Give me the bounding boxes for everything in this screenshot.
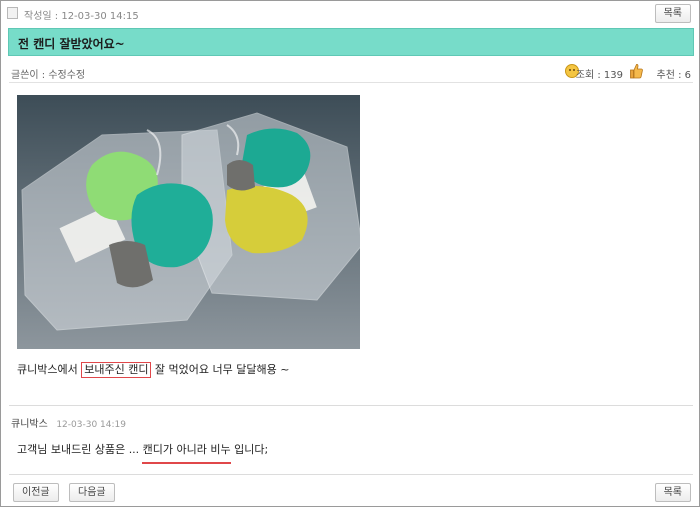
post-header: 작성일 : 12-03-30 14:15 목록 xyxy=(7,4,691,23)
prev-post-button[interactable]: 이전글 xyxy=(13,483,59,502)
post-photo xyxy=(17,95,360,349)
post-title: 전 캔디 잘받았어요~ xyxy=(18,37,125,51)
comment-date: 12-03-30 14:19 xyxy=(56,420,126,430)
post-view: 작성일 : 12-03-30 14:15 목록 전 캔디 잘받았어요~ 글쓴이 … xyxy=(0,0,700,507)
comment-header: 큐니박스 12-03-30 14:19 xyxy=(11,415,126,430)
highlighted-text: 보내주신 캔디 xyxy=(81,362,152,378)
next-post-button[interactable]: 다음글 xyxy=(69,483,115,502)
list-button-top[interactable]: 목록 xyxy=(654,4,691,23)
view-count: 조회 : 139 xyxy=(575,70,623,81)
comment-text: 고객님 보내드린 상품은 ... 캔디가 아니라 비누 입니다; xyxy=(17,443,269,456)
post-date: 작성일 : 12-03-30 14:15 xyxy=(24,11,139,22)
body-text-after: 잘 먹었어요 너무 달달해용 ~ xyxy=(151,363,290,376)
post-author: 글쓴이 : 수정수정 xyxy=(11,70,86,81)
comment-divider xyxy=(9,405,693,406)
post-footer: 이전글 다음글 목록 xyxy=(9,474,693,502)
recommend-count: 추천 : 6 xyxy=(656,70,692,81)
title-bar: 전 캔디 잘받았어요~ xyxy=(8,28,694,56)
list-button-bottom[interactable]: 목록 xyxy=(654,483,691,502)
comment-author: 큐니박스 xyxy=(11,419,48,430)
document-icon xyxy=(7,7,18,19)
post-body: 큐니박스에서 보내주신 캔디 잘 먹었어요 너무 달달해용 ~ xyxy=(17,361,289,378)
post-meta: 글쓴이 : 수정수정 조회 : 139 추천 : 6 xyxy=(9,63,693,83)
body-text-before: 큐니박스에서 xyxy=(17,363,82,376)
thumbs-up-icon[interactable] xyxy=(630,63,643,79)
comment-underline xyxy=(142,462,231,464)
